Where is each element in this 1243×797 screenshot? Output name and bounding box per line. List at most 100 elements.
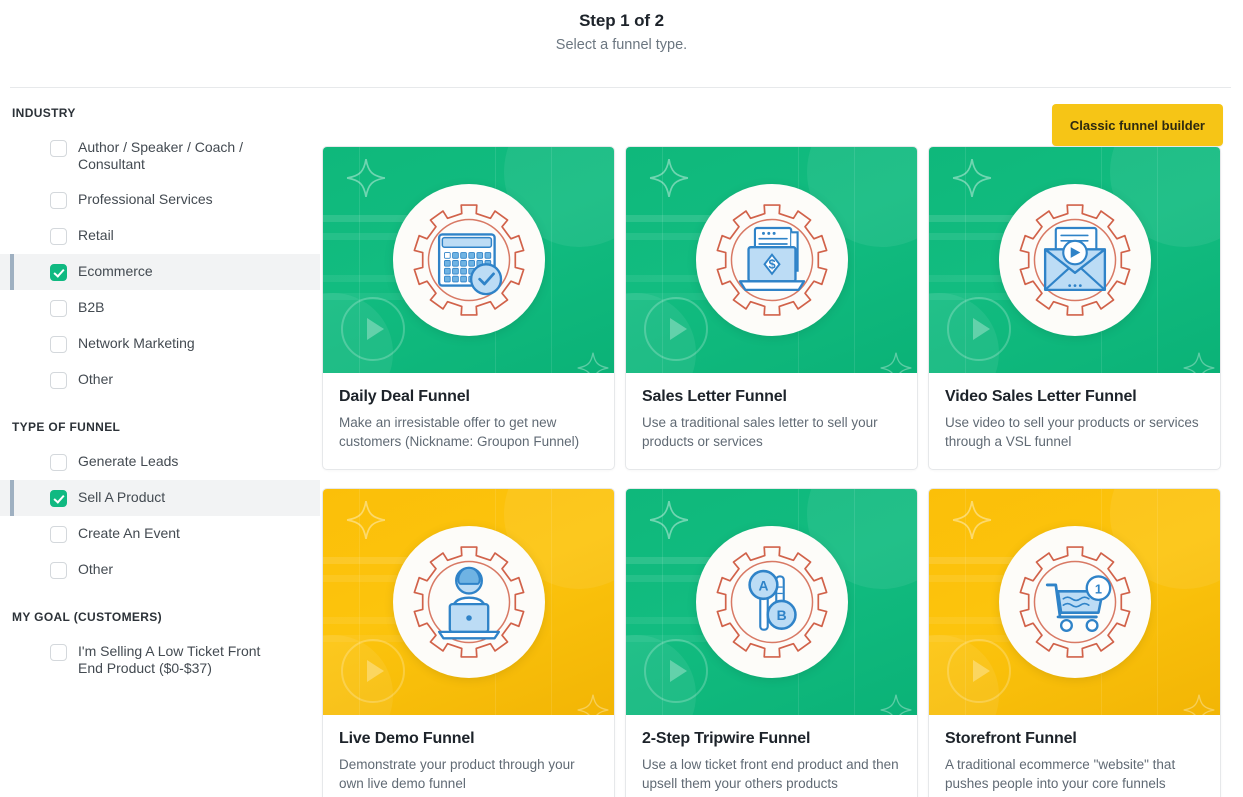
checkbox-unchecked-icon[interactable] — [50, 372, 67, 389]
checkbox-unchecked-icon[interactable] — [50, 300, 67, 317]
play-icon — [341, 639, 405, 703]
checkbox-unchecked-icon[interactable] — [50, 140, 67, 157]
play-icon — [947, 297, 1011, 361]
play-icon — [341, 297, 405, 361]
filter-option-label: I'm Selling A Low Ticket Front End Produ… — [78, 643, 261, 676]
funnel-card-artwork: $ — [626, 147, 917, 373]
funnel-icon-badge — [392, 526, 545, 678]
funnel-icon-badge — [392, 184, 545, 336]
funnel-card[interactable]: Live Demo Funnel Demonstrate your product… — [322, 488, 615, 797]
checkbox-unchecked-icon[interactable] — [50, 526, 67, 543]
funnel-card-description: Make an irresistable offer to get new cu… — [339, 415, 580, 449]
funnel-card-artwork: 1 — [929, 489, 1220, 715]
filter-option-label: Ecommerce — [78, 263, 153, 279]
funnel-card-grid: Daily Deal Funnel Make an irresistable of… — [320, 146, 1231, 797]
decorative-band — [1157, 147, 1158, 373]
filter-option-row[interactable]: Retail — [0, 218, 320, 254]
filter-option-label: Network Marketing — [78, 335, 195, 351]
filter-option-row[interactable]: Create An Event — [0, 516, 320, 552]
checkbox-unchecked-icon[interactable] — [50, 228, 67, 245]
play-icon — [644, 639, 708, 703]
filter-option-row[interactable]: Professional Services — [0, 182, 320, 218]
filter-option-label: Other — [78, 371, 114, 387]
funnel-card-title: Sales Letter Funnel — [642, 388, 787, 405]
filter-option-row[interactable]: Other — [0, 362, 320, 398]
filter-option-row[interactable]: Network Marketing — [0, 326, 320, 362]
decorative-band — [551, 489, 552, 715]
funnel-card-description: Use video to sell your products or servi… — [945, 415, 1199, 449]
funnel-card[interactable]: A B 2-Step Tripwire Funnel Use a low ticke… — [625, 488, 918, 797]
decorative-band — [854, 147, 855, 373]
checkbox-unchecked-icon[interactable] — [50, 336, 67, 353]
svg-text:1: 1 — [1094, 581, 1101, 596]
funnel-card-artwork — [323, 147, 614, 373]
page-header: Step 1 of 2 Select a funnel type. — [0, 0, 1243, 87]
calendar-check-icon — [413, 204, 524, 316]
decorative-band — [1157, 489, 1158, 715]
shopping-cart-icon: 1 — [1019, 546, 1130, 658]
funnel-card-title: Live Demo Funnel — [339, 730, 475, 747]
funnel-card-description: A traditional ecommerce "website" that p… — [945, 757, 1176, 791]
funnel-card-title: Daily Deal Funnel — [339, 388, 470, 405]
person-laptop-icon — [413, 546, 524, 658]
svg-text:$: $ — [768, 257, 775, 272]
funnel-card-text: Video Sales Letter Funnel Use video to se… — [929, 373, 1220, 469]
checkbox-checked-icon[interactable] — [50, 490, 67, 507]
play-icon — [644, 297, 708, 361]
funnel-card-text: Storefront Funnel A traditional ecommerce… — [929, 715, 1220, 797]
filter-option-label: Create An Event — [78, 525, 180, 541]
play-icon — [947, 639, 1011, 703]
checkbox-unchecked-icon[interactable] — [50, 192, 67, 209]
funnel-card-description: Use a low ticket front end product and t… — [642, 757, 899, 791]
funnel-card-text: Sales Letter Funnel Use a traditional sal… — [626, 373, 917, 469]
funnel-card-artwork — [929, 147, 1220, 373]
filter-option-label: Author / Speaker / Coach / Consultant — [78, 139, 243, 172]
funnel-card-text: Daily Deal Funnel Make an irresistable of… — [323, 373, 614, 469]
funnel-card-description: Use a traditional sales letter to sell y… — [642, 415, 878, 449]
page-body: INDUSTRY Author / Speaker / Coach / Consu… — [0, 88, 1243, 797]
filter-option-row[interactable]: I'm Selling A Low Ticket Front End Produ… — [0, 634, 320, 686]
funnel-icon-badge: $ — [695, 184, 848, 336]
checkbox-checked-icon[interactable] — [50, 264, 67, 281]
filter-option-row[interactable]: Author / Speaker / Coach / Consultant — [0, 130, 320, 182]
filter-option-label: B2B — [78, 299, 105, 315]
filter-option-label: Other — [78, 561, 114, 577]
page-title: Step 1 of 2 — [579, 11, 664, 30]
funnel-card-title: 2-Step Tripwire Funnel — [642, 730, 811, 747]
funnel-card-text: Live Demo Funnel Demonstrate your product… — [323, 715, 614, 797]
decorative-band — [551, 147, 552, 373]
funnel-card-text: 2-Step Tripwire Funnel Use a low ticket f… — [626, 715, 917, 797]
funnel-card-title: Storefront Funnel — [945, 730, 1077, 747]
filter-option-label: Generate Leads — [78, 453, 179, 469]
filter-option-label: Professional Services — [78, 191, 213, 207]
filter-option-label: Sell A Product — [78, 489, 166, 505]
svg-text:A: A — [758, 577, 768, 593]
filter-group-title: INDUSTRY — [12, 106, 76, 120]
funnel-card[interactable]: $ Sales Letter Funnel Use a traditional sa… — [625, 146, 918, 470]
filter-option-row[interactable]: Other — [0, 552, 320, 588]
funnel-card[interactable]: Daily Deal Funnel Make an irresistable of… — [322, 146, 615, 470]
funnel-card[interactable]: 1 Storefront Funnel A traditional ecommerc… — [928, 488, 1221, 797]
decorative-band — [854, 489, 855, 715]
funnel-card[interactable]: Video Sales Letter Funnel Use video to se… — [928, 146, 1221, 470]
svg-text:B: B — [776, 607, 786, 623]
funnel-icon-badge — [998, 184, 1151, 336]
checkbox-unchecked-icon[interactable] — [50, 562, 67, 579]
filter-option-row[interactable]: Ecommerce — [0, 254, 320, 290]
funnel-type-selector-page: Step 1 of 2 Select a funnel type. INDUST… — [0, 0, 1243, 797]
funnel-icon-badge: A B — [695, 526, 848, 678]
funnel-cards-main: Classic funnel builder Daily Deal Funnel… — [320, 88, 1243, 797]
checkbox-unchecked-icon[interactable] — [50, 644, 67, 661]
funnel-card-artwork: A B — [626, 489, 917, 715]
filter-option-row[interactable]: Generate Leads — [0, 444, 320, 480]
funnel-card-artwork — [323, 489, 614, 715]
filter-option-row[interactable]: B2B — [0, 290, 320, 326]
checkbox-unchecked-icon[interactable] — [50, 454, 67, 471]
page-subtitle: Select a funnel type. — [555, 37, 688, 53]
filter-option-row[interactable]: Sell A Product — [0, 480, 320, 516]
toolbar: Classic funnel builder — [320, 88, 1231, 146]
filter-group-title: TYPE OF FUNNEL — [12, 420, 121, 434]
funnel-icon-badge: 1 — [998, 526, 1151, 678]
classic-funnel-builder-button[interactable]: Classic funnel builder — [1051, 104, 1223, 146]
ab-split-test-icon: A B — [716, 546, 827, 658]
